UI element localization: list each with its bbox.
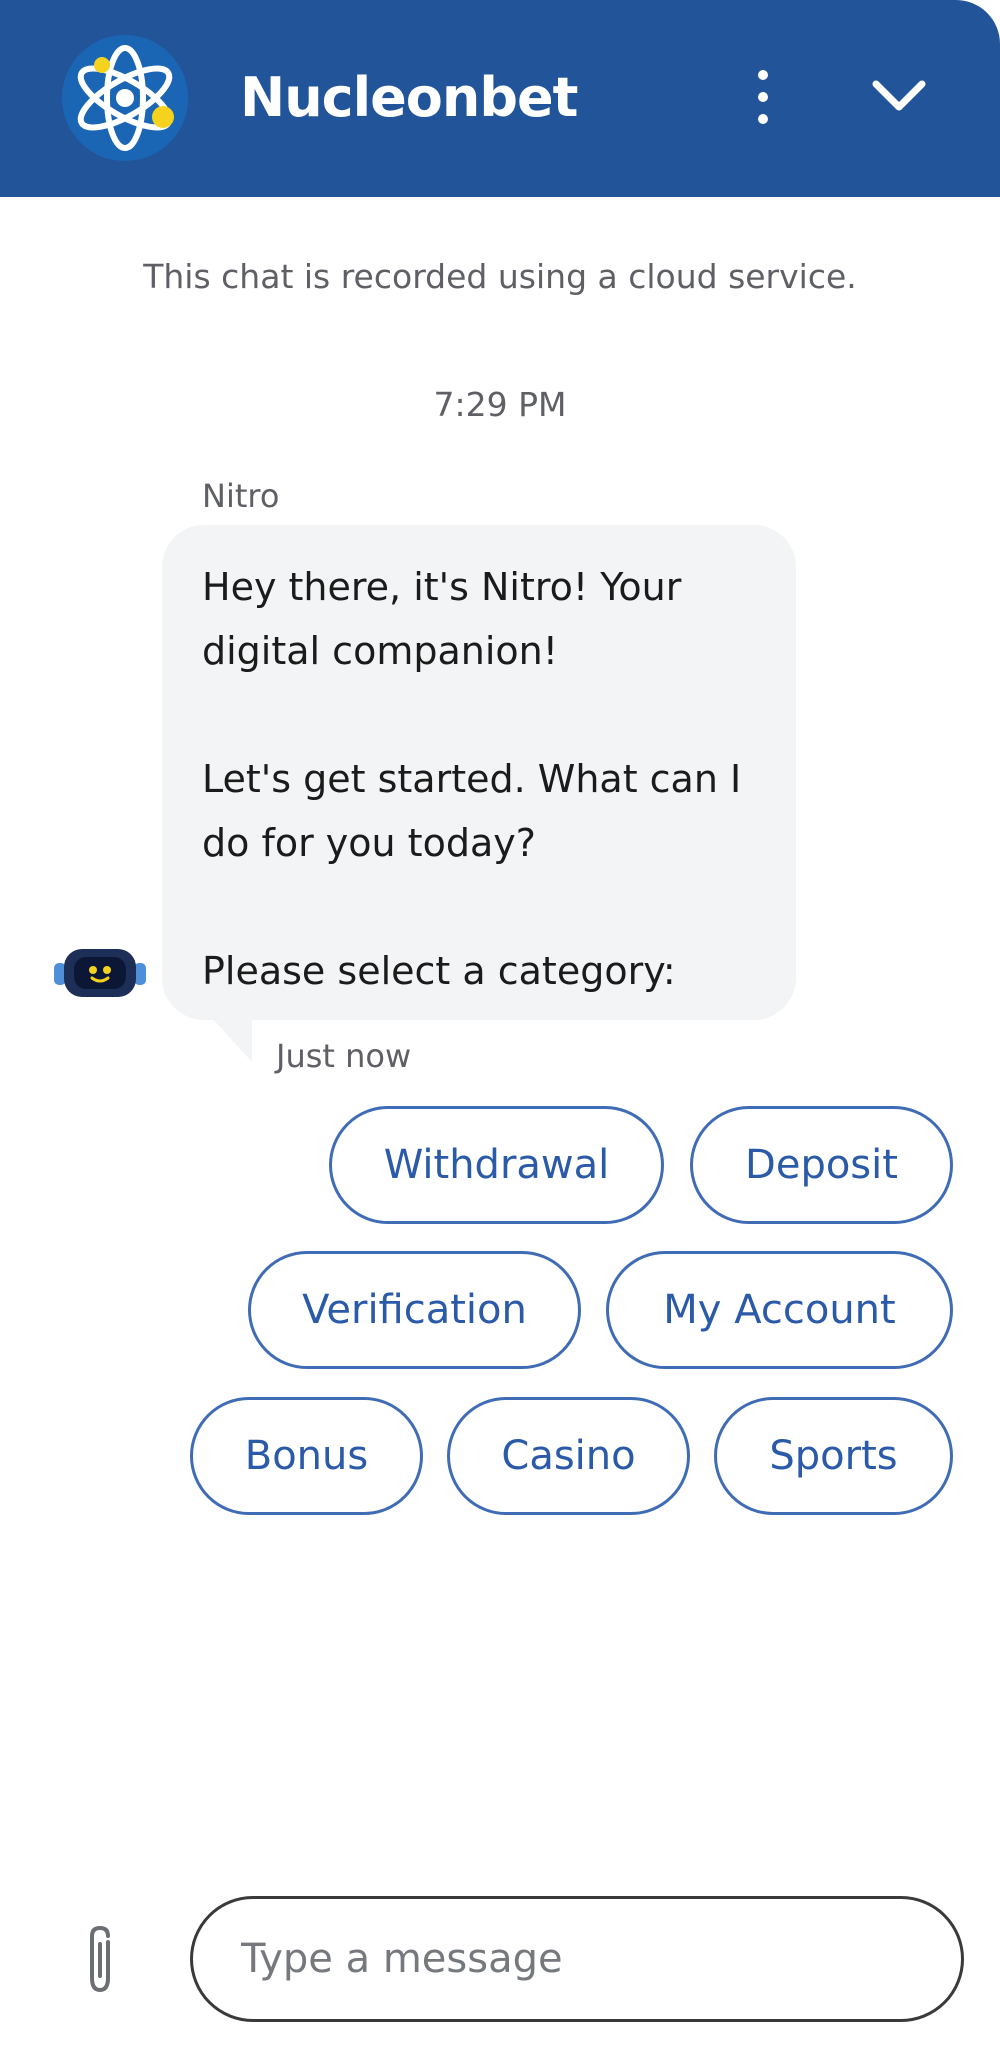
brand-name: Nucleonbet	[240, 66, 578, 129]
chat-header: Nucleonbet	[0, 0, 1000, 197]
quick-reply-bonus[interactable]: Bonus	[190, 1397, 423, 1515]
recording-notice: This chat is recorded using a cloud serv…	[143, 257, 857, 296]
atom-icon	[62, 35, 188, 161]
chevron-down-icon[interactable]	[866, 66, 932, 126]
quick-reply-sports[interactable]: Sports	[714, 1397, 953, 1515]
message-paragraph: Hey there, it's Nitro! Your digital comp…	[202, 565, 682, 673]
quick-reply-withdrawal[interactable]: Withdrawal	[329, 1106, 664, 1224]
quick-reply-my-account[interactable]: My Account	[606, 1251, 953, 1369]
quick-reply-verification[interactable]: Verification	[248, 1251, 581, 1369]
message-paragraph: Let's get started. What can I do for you…	[202, 757, 742, 865]
quick-reply-deposit[interactable]: Deposit	[690, 1106, 953, 1224]
message-paragraph: Please select a category:	[202, 949, 676, 993]
message-input[interactable]	[190, 1896, 964, 2022]
bubble-tail	[212, 1018, 252, 1062]
chat-timestamp: 7:29 PM	[433, 385, 567, 424]
more-vertical-icon[interactable]	[745, 62, 781, 132]
quick-reply-casino[interactable]: Casino	[447, 1397, 690, 1515]
sender-name: Nitro	[202, 477, 280, 515]
robot-avatar-icon	[52, 945, 148, 1001]
message-time-label: Just now	[276, 1037, 412, 1075]
bot-message-bubble: Hey there, it's Nitro! Your digital comp…	[162, 525, 796, 1020]
paperclip-icon[interactable]	[74, 1922, 126, 1998]
